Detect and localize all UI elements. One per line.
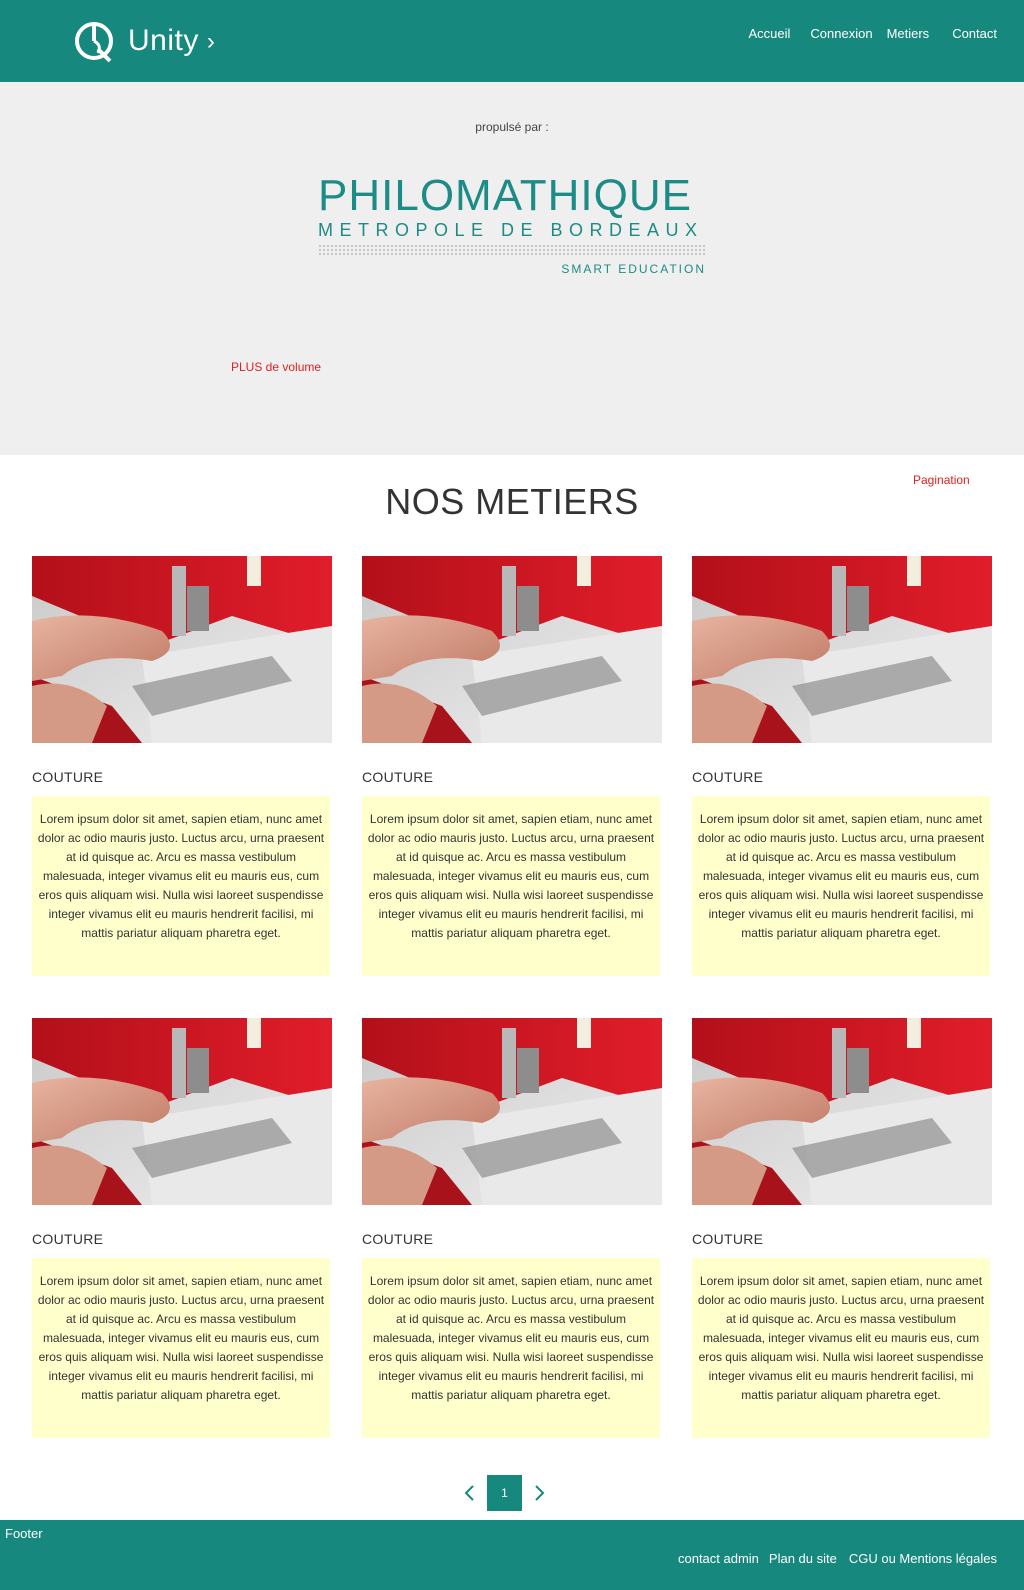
philomathique-logo: PHILOMATHIQUE METROPOLE DE BORDEAUX SMAR… xyxy=(318,174,706,282)
metier-card-description: Lorem ipsum dolor sit amet, sapien etiam… xyxy=(692,1258,990,1438)
footer-links: contact admin Plan du site CGU ou Mentio… xyxy=(668,1551,997,1566)
partner-logo-binary-pattern xyxy=(318,244,706,256)
metier-card-description: Lorem ipsum dolor sit amet, sapien etiam… xyxy=(32,1258,330,1438)
main-nav: Accueil Connexion Metiers Contact xyxy=(728,26,997,42)
site-footer: Footer contact admin Plan du site CGU ou… xyxy=(0,1520,1024,1590)
hero-banner: propulsé par : PHILOMATHIQUE METROPOLE D… xyxy=(0,82,1024,455)
partner-logo-tagline: SMART EDUCATION xyxy=(561,262,706,276)
unity-logo[interactable]: Unity › xyxy=(74,18,215,64)
metier-card-image[interactable] xyxy=(32,556,332,743)
metier-card-title[interactable]: COUTURE xyxy=(32,769,103,785)
partner-logo-sub: METROPOLE DE BORDEAUX xyxy=(318,220,704,240)
footer-link-contact-admin[interactable]: contact admin xyxy=(678,1551,759,1566)
metier-card-image[interactable] xyxy=(692,1018,992,1205)
chevron-right-icon: › xyxy=(206,28,215,55)
footer-link-cgu[interactable]: CGU ou Mentions légales xyxy=(849,1551,997,1566)
metier-card-title[interactable]: COUTURE xyxy=(362,769,433,785)
footer-link-plan-du-site[interactable]: Plan du site xyxy=(769,1551,837,1566)
nav-connexion[interactable]: Connexion xyxy=(810,26,872,42)
metier-card-image[interactable] xyxy=(362,1018,662,1205)
brand-name: Unity xyxy=(128,24,199,57)
unity-logo-icon xyxy=(75,22,113,63)
metier-card-description: Lorem ipsum dolor sit amet, sapien etiam… xyxy=(32,796,330,976)
metier-card-title[interactable]: COUTURE xyxy=(362,1231,433,1247)
partner-logo-main: PHILOMATHIQUE xyxy=(318,171,693,220)
nav-accueil[interactable]: Accueil xyxy=(748,26,790,42)
footer-label: Footer xyxy=(5,1526,43,1541)
section-title: NOS METIERS xyxy=(385,481,639,522)
pagination: 1 xyxy=(455,1475,554,1511)
chevron-right-icon[interactable] xyxy=(524,1475,554,1511)
metier-card-title[interactable]: COUTURE xyxy=(692,769,763,785)
metier-card-description: Lorem ipsum dolor sit amet, sapien etiam… xyxy=(362,1258,660,1438)
nav-metiers[interactable]: Metiers xyxy=(887,26,930,42)
metier-card-image[interactable] xyxy=(362,556,662,743)
metier-card-image[interactable] xyxy=(32,1018,332,1205)
more-volume-note: PLUS de volume xyxy=(231,360,322,374)
page-1-button[interactable]: 1 xyxy=(487,1475,522,1511)
site-header: Unity › Accueil Connexion Metiers Contac… xyxy=(0,0,1024,82)
metier-card-description: Lorem ipsum dolor sit amet, sapien etiam… xyxy=(362,796,660,976)
metier-card-title[interactable]: COUTURE xyxy=(32,1231,103,1247)
powered-by-label: propulsé par : xyxy=(475,120,549,134)
metier-card-image[interactable] xyxy=(692,556,992,743)
nav-contact[interactable]: Contact xyxy=(952,26,997,42)
metier-card-description: Lorem ipsum dolor sit amet, sapien etiam… xyxy=(692,796,990,976)
metier-card-title[interactable]: COUTURE xyxy=(692,1231,763,1247)
chevron-left-icon[interactable] xyxy=(455,1475,485,1511)
